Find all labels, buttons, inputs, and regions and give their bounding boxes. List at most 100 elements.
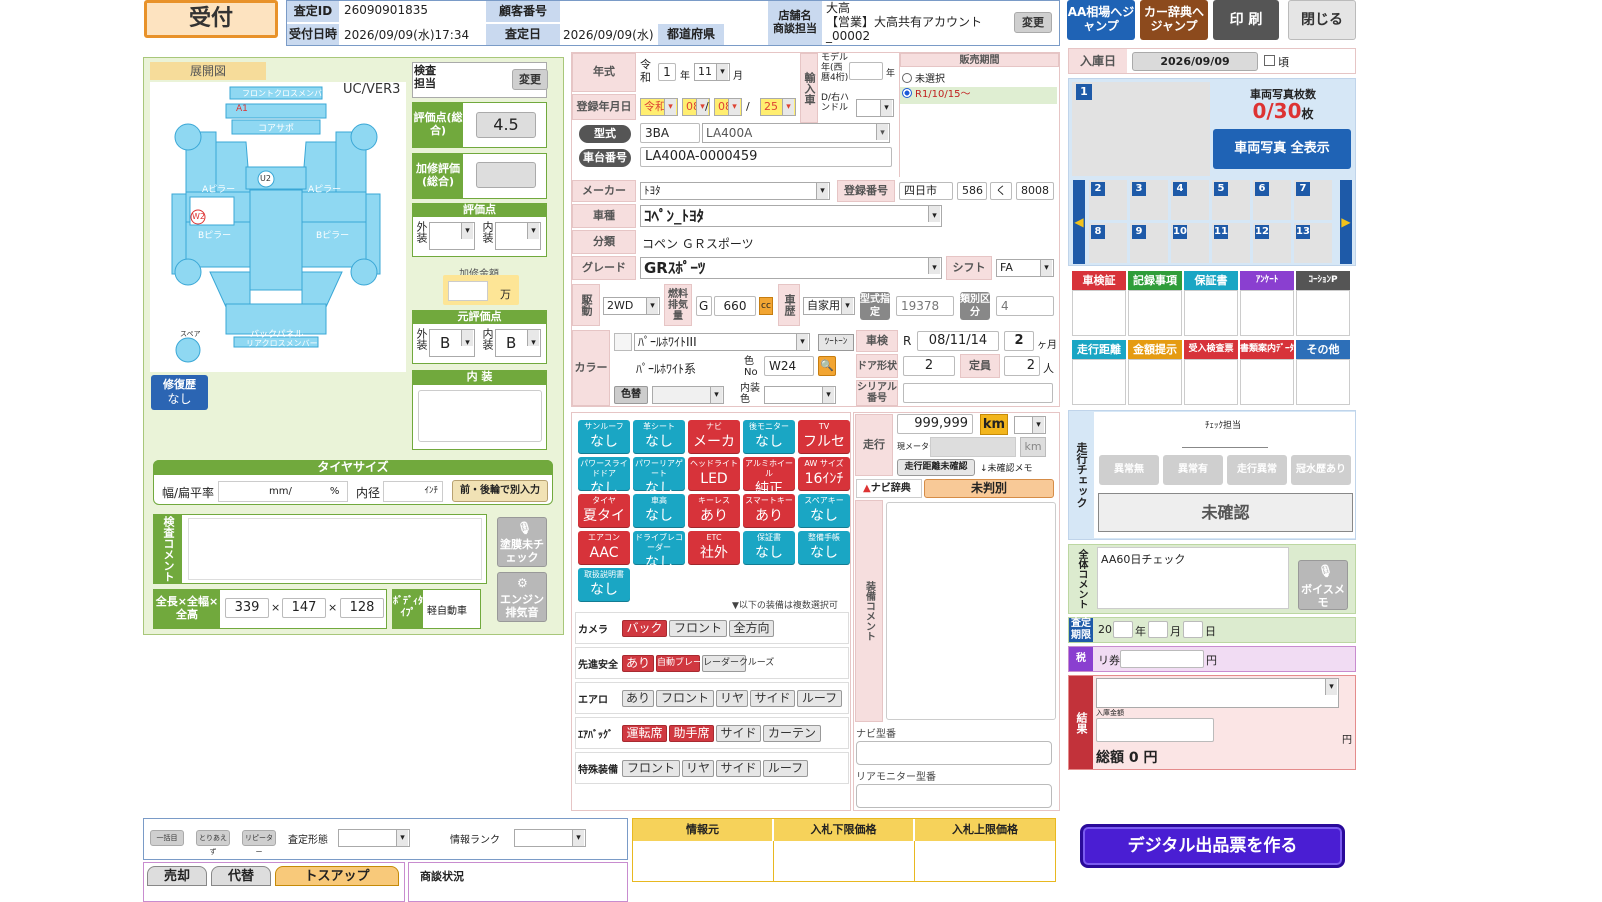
sale-option-r1[interactable]: R1/10/15〜 [900,87,1057,104]
handle-select[interactable] [856,99,894,117]
overall-comment-input[interactable]: AA60日チェック [1097,547,1289,609]
car-diagram[interactable]: フロントクロスメンバー コアサポ Aピラー Aピラー Bピラー Bピラー バック… [150,82,406,372]
equipment-tile[interactable]: TVフルセグ [798,420,850,470]
shift-select[interactable]: FA [996,259,1054,277]
run-check-button[interactable]: 冠水歴あり [1291,455,1351,485]
equipment-tile[interactable]: タイヤ夏タイヤ [578,494,630,544]
history-select[interactable]: 自家用 [803,297,855,315]
chassis-input[interactable]: LA400A-0000459 [640,147,892,167]
document-button[interactable]: 記録事項 [1128,271,1182,290]
photo-thumbnail[interactable]: 4 [1171,180,1209,220]
status-button[interactable]: 受付 [144,0,278,38]
tire-width-input[interactable]: mm/% [218,481,348,502]
equipment-chip[interactable]: カーテン [763,725,821,742]
class-input[interactable]: 4 [996,296,1054,316]
year-input[interactable]: 1 [658,63,676,81]
equipment-chip[interactable]: サイド [750,690,795,707]
equipment-tile[interactable]: スペアキー なし [798,494,850,528]
document-status-box[interactable] [1128,290,1182,336]
photo-thumbnail[interactable]: 7 [1294,180,1332,220]
score-value[interactable]: 4.5 [476,112,536,138]
color-swap-select[interactable] [652,386,724,404]
run-unconfirmed-button[interactable]: 未確認 [1098,493,1353,532]
equipment-tile[interactable]: ナビメーカー [688,420,740,470]
width-input[interactable]: 147 [282,598,326,618]
deadline-year-input[interactable] [1113,621,1133,638]
orig-int-select[interactable]: B [495,329,541,357]
type-select[interactable]: LA400A [702,123,890,143]
repair-history-button[interactable]: 修復歴 なし [151,375,208,410]
interior-color-select[interactable] [764,386,836,404]
document-button[interactable]: 書類案内ﾃﾞｰﾀ [1240,340,1294,359]
equipment-chip[interactable]: サイド [716,760,761,777]
repair-amount-input[interactable] [448,281,488,301]
info-rank-select[interactable] [514,829,586,847]
arrival-approx-checkbox[interactable] [1264,55,1275,66]
reg-era-select[interactable]: 令和 [640,98,678,116]
main-photo[interactable]: 1 [1072,82,1210,176]
points-int-select[interactable] [495,222,541,250]
document-button[interactable]: 金額提示 [1128,340,1182,359]
run-check-button[interactable]: 走行異常 [1227,455,1287,485]
mileage-unit-select[interactable] [1014,416,1046,434]
document-status-box[interactable] [1184,290,1238,336]
equipment-tile[interactable]: 整備手帳 なし [798,531,850,565]
reg-month-select[interactable]: 08 [714,98,742,116]
document-button[interactable]: 車検証 [1072,271,1126,290]
model-year-input[interactable] [849,62,883,80]
equipment-chip[interactable]: 全方向 [729,620,774,637]
bulk-button[interactable]: 一括目 [150,830,184,846]
sale-option-unselected[interactable]: 未選択 [902,70,945,85]
result-select[interactable] [1096,678,1339,708]
equipment-chip[interactable]: フロント [622,760,680,777]
length-input[interactable]: 339 [225,598,269,618]
tire-split-button[interactable]: 前・後輪で別入力 [452,480,548,502]
capacity-input[interactable]: 2 [1004,356,1040,376]
equipment-tile[interactable]: AW サイズ 16ｲﾝﾁ [798,457,850,491]
photo-thumbnail[interactable]: 2 [1089,180,1127,220]
photo-thumbnail[interactable]: 3 [1130,180,1168,220]
type-prefix-input[interactable]: 3BA [640,123,700,143]
equipment-chip[interactable]: バック [622,620,667,637]
document-status-box[interactable] [1128,359,1182,405]
tab-tossup[interactable]: トスアップ [275,866,399,886]
inspector-change-button[interactable]: 変更 [512,69,548,90]
points-ext-select[interactable] [429,222,475,250]
equipment-chip[interactable]: レーダークルーズ [702,655,774,672]
equipment-chip[interactable]: 自動ブレーキ [656,655,711,672]
document-status-box[interactable] [1240,359,1294,405]
inspection-date-input[interactable]: 08/11/14 [917,331,999,351]
arrival-date-input[interactable]: 2026/09/09 [1132,52,1258,71]
repair-score-value[interactable] [476,162,536,188]
photo-thumbnail[interactable]: 11 [1212,223,1250,263]
maker-select[interactable]: ﾄﾖﾀ [640,182,830,200]
height-input[interactable]: 128 [340,598,384,618]
damage-mark[interactable]: A1 [236,104,248,114]
document-status-box[interactable] [1296,290,1350,336]
equipment-tile[interactable]: パワーリアゲート なし [633,457,685,497]
photo-prev-button[interactable]: ◀ [1073,180,1085,264]
deadline-month-input[interactable] [1148,621,1168,638]
plate-class-input[interactable]: 586 [957,182,987,200]
color-swap-button[interactable]: 色替 [614,386,648,404]
equipment-chip[interactable]: ルーフ [797,690,842,707]
navi-undetermined-button[interactable]: 未判別 [924,479,1054,498]
engine-button[interactable]: ⚙ エンジン排気音 [497,572,547,622]
voice-memo-button[interactable]: 🎙 ボイスメモ [1298,560,1348,610]
unconfirmed-mileage-button[interactable]: 走行距離未確認 [897,459,975,476]
color-no-input[interactable]: W24 [764,356,814,376]
plate-number-input[interactable]: 8008 [1016,182,1054,200]
photo-thumbnail[interactable]: 9 [1130,223,1168,263]
search-icon[interactable]: 🔍 [818,356,836,376]
repeater-button[interactable]: リピーター [242,830,276,856]
document-button[interactable]: 受入検査票 [1184,340,1238,359]
mileage-input[interactable]: 999,999 [897,414,973,434]
photo-thumbnail[interactable]: 10 [1171,223,1209,263]
door-input[interactable]: 2 [903,356,955,376]
drive-select[interactable]: 2WD [603,297,660,315]
color-swatch[interactable] [614,333,632,351]
equipment-tile[interactable]: サンルーフ なし [578,420,630,454]
shape-select[interactable] [338,829,410,847]
serial-input[interactable] [903,383,1053,403]
photo-thumbnail[interactable]: 6 [1253,180,1291,220]
